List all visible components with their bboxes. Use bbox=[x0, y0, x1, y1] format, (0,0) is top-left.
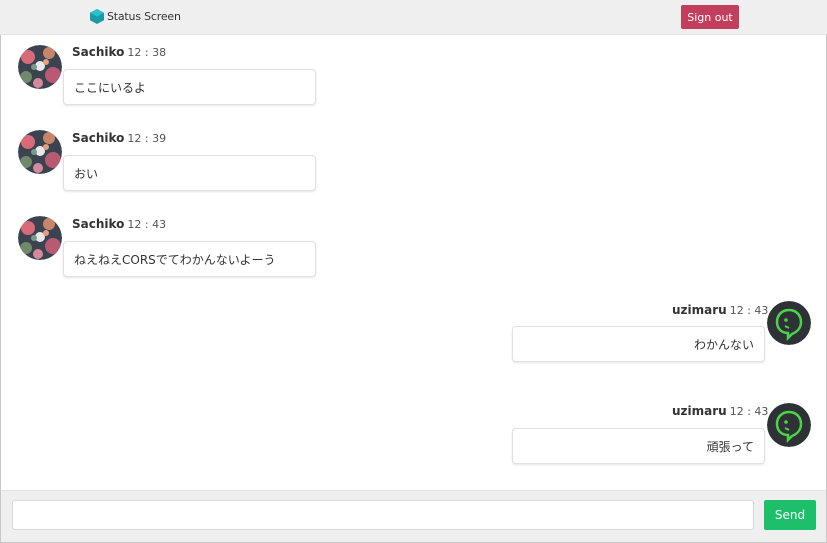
send-button[interactable]: Send bbox=[764, 500, 816, 530]
floral-avatar-icon bbox=[18, 216, 62, 260]
message-bubble: ねえねえCORSでてわかんないよーう bbox=[63, 241, 316, 277]
sender-name: Sachiko bbox=[72, 217, 125, 231]
message-bubble: おい bbox=[63, 155, 316, 191]
sender-name: uzimaru bbox=[672, 404, 727, 418]
message-time: 12 : 38 bbox=[127, 46, 167, 59]
message-time: 12 : 43 bbox=[729, 405, 769, 418]
sender-name: Sachiko bbox=[72, 131, 125, 145]
message-time: 12 : 39 bbox=[127, 132, 167, 145]
message-input[interactable] bbox=[12, 500, 754, 530]
message-meta: Sachiko 12 : 38 bbox=[72, 45, 166, 59]
message-time: 12 : 43 bbox=[729, 304, 769, 317]
message-bubble: ここにいるよ bbox=[63, 69, 316, 105]
sender-name: Sachiko bbox=[72, 45, 125, 59]
message-meta: Sachiko 12 : 43 bbox=[72, 217, 166, 231]
sign-out-button[interactable]: Sign out bbox=[681, 5, 739, 29]
message-bubble: わかんない bbox=[512, 326, 765, 362]
message-meta: Sachiko 12 : 39 bbox=[72, 131, 166, 145]
message-bubble: 頑張って bbox=[512, 428, 765, 464]
sender-name: uzimaru bbox=[672, 303, 727, 317]
app-title: Status Screen bbox=[107, 10, 181, 23]
green-ghost-avatar-icon bbox=[767, 403, 811, 447]
green-ghost-avatar-icon bbox=[767, 301, 811, 345]
header-bar: Status Screen Sign out bbox=[0, 0, 827, 35]
hexagon-logo-icon bbox=[90, 9, 104, 24]
message-meta: uzimaru 12 : 43 bbox=[672, 404, 768, 418]
floral-avatar-icon bbox=[18, 45, 62, 89]
message-time: 12 : 43 bbox=[127, 218, 167, 231]
message-meta: uzimaru 12 : 43 bbox=[672, 303, 768, 317]
floral-avatar-icon bbox=[18, 130, 62, 174]
composer-bar: Send bbox=[1, 490, 826, 542]
